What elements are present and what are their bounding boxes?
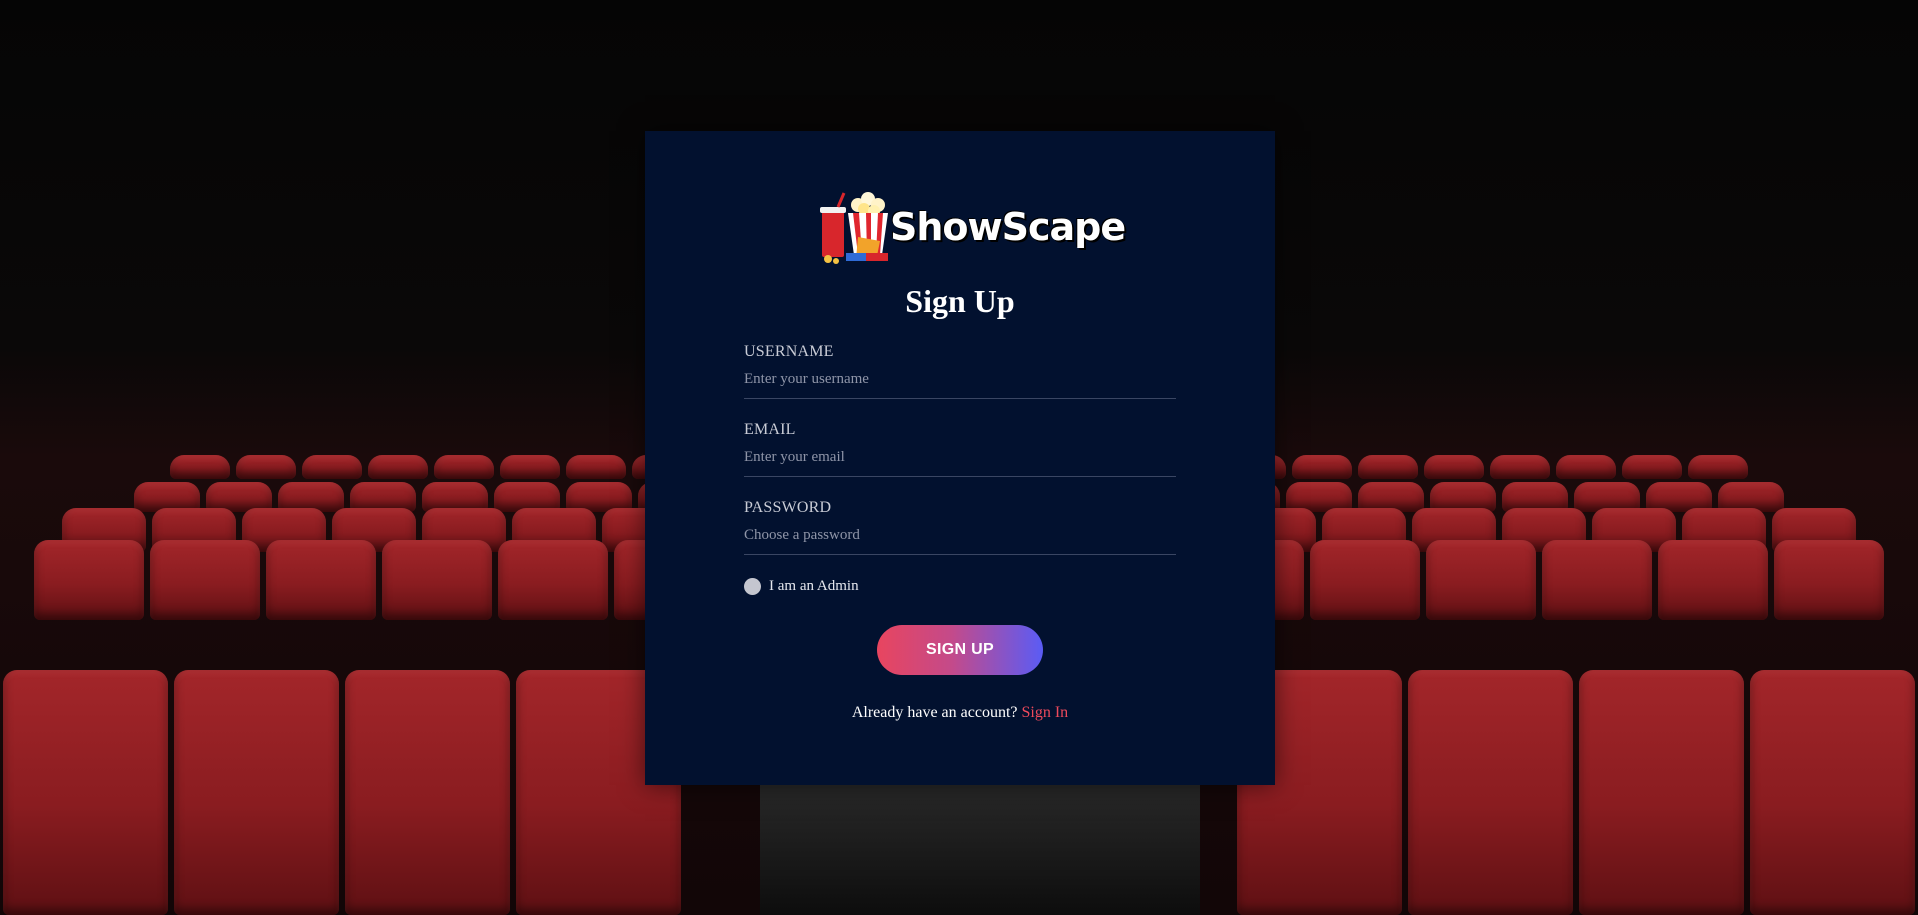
signup-button[interactable]: SIGN UP bbox=[877, 625, 1043, 675]
theater-background: ShowScape Sign Up USERNAME EMAIL PASSWOR… bbox=[0, 0, 1918, 915]
username-label: USERNAME bbox=[744, 343, 834, 360]
admin-radio[interactable] bbox=[744, 578, 761, 595]
page-title: Sign Up bbox=[905, 283, 1015, 319]
signin-prompt-text: Already have an account? bbox=[851, 704, 1018, 721]
email-label: EMAIL bbox=[744, 421, 796, 438]
brand-logo: ShowScape bbox=[820, 189, 1126, 265]
password-input[interactable] bbox=[744, 527, 1176, 555]
popcorn-icon bbox=[820, 189, 892, 265]
username-input[interactable] bbox=[744, 371, 1176, 399]
username-field: USERNAME bbox=[744, 343, 1176, 399]
admin-label: I am an Admin bbox=[769, 578, 859, 594]
password-label: PASSWORD bbox=[744, 499, 832, 516]
signin-prompt: Already have an account? Sign In bbox=[645, 704, 1275, 722]
admin-option[interactable]: I am an Admin bbox=[744, 578, 859, 595]
email-field: EMAIL bbox=[744, 421, 1176, 477]
password-field: PASSWORD bbox=[744, 499, 1176, 555]
signup-card: ShowScape Sign Up USERNAME EMAIL PASSWOR… bbox=[645, 131, 1275, 785]
brand-name: ShowScape bbox=[890, 205, 1126, 249]
signin-link[interactable]: Sign In bbox=[1022, 704, 1069, 721]
email-input[interactable] bbox=[744, 449, 1176, 477]
